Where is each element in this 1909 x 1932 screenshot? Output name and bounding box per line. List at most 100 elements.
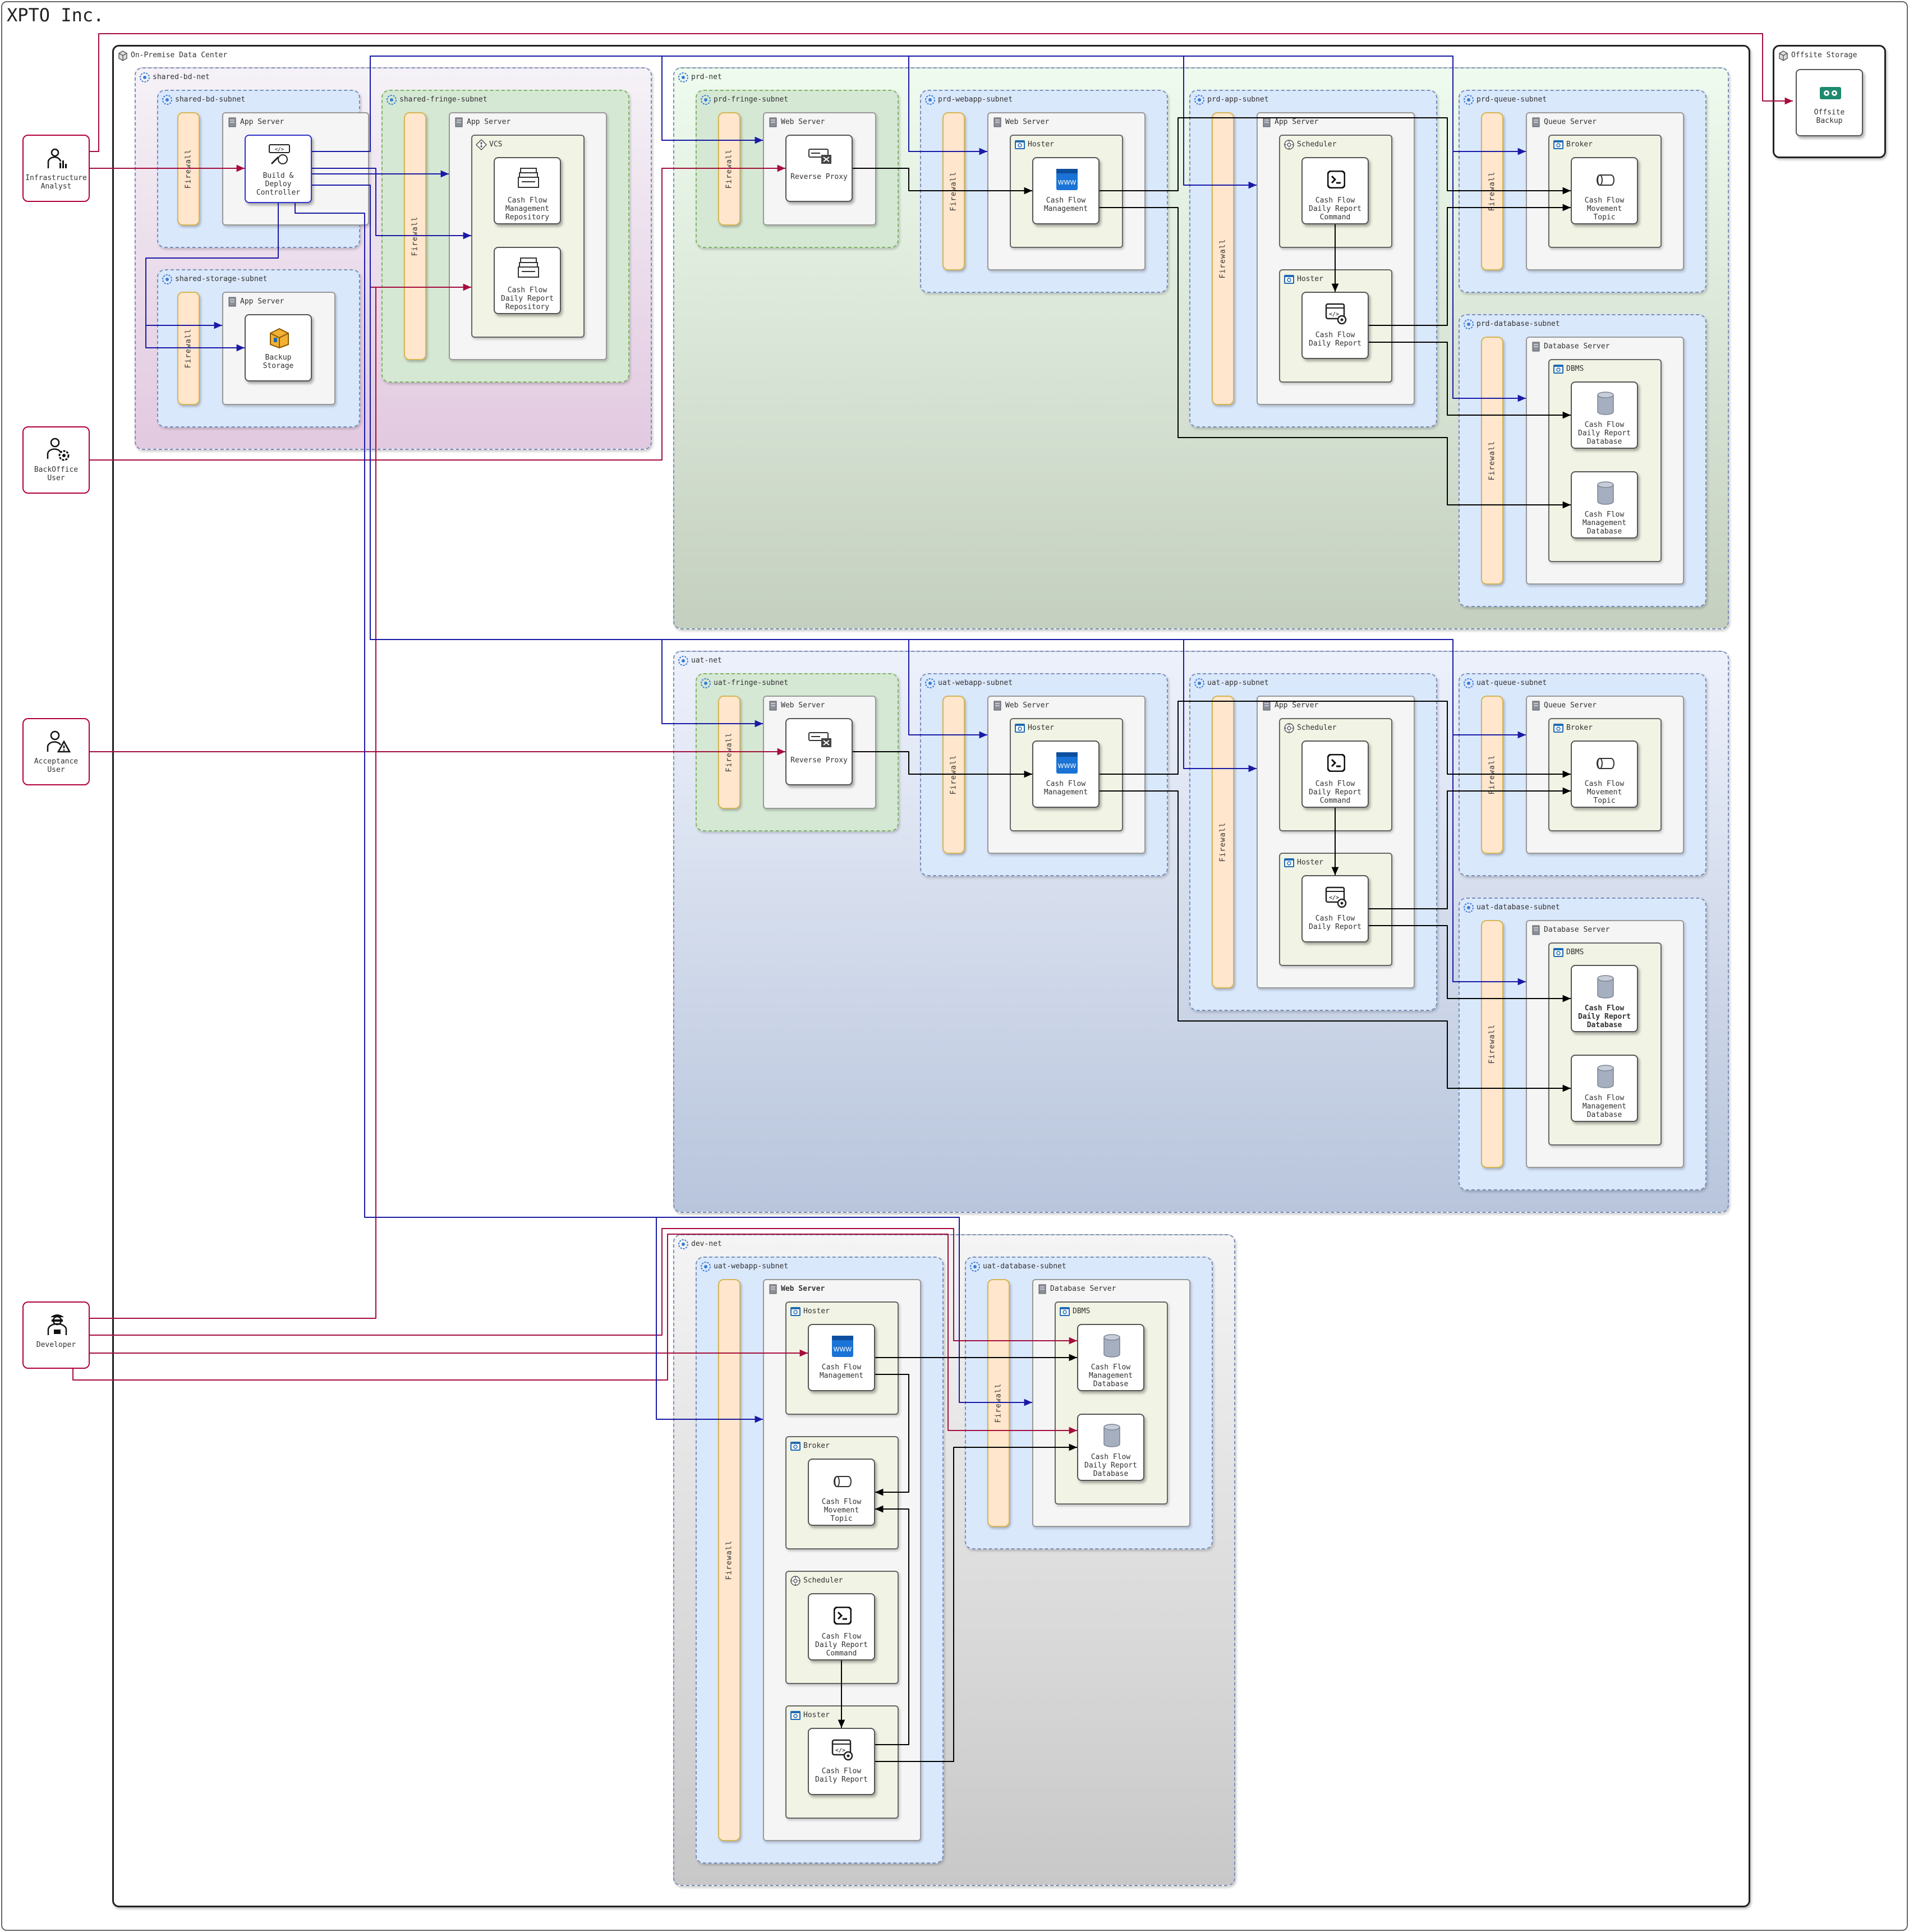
cfdr-command-label: Cash Flow Daily Report Command (815, 1632, 868, 1658)
topic-icon (1597, 174, 1614, 186)
firewall-label: Firewall (725, 732, 734, 772)
server-icon (228, 117, 236, 127)
prd-app-subnet-label: prd-app-subnet (1207, 95, 1269, 104)
firewall-label: Firewall (994, 1383, 1003, 1423)
firewall: Firewall (177, 292, 200, 405)
database-server-label: Database Server (1544, 926, 1610, 934)
firewall: Firewall (1212, 696, 1234, 988)
scheduler-icon (1284, 140, 1294, 150)
cash-flow-daily-report[interactable]: </> Cash Flow Daily Report (808, 1728, 875, 1795)
actor-backoffice-user[interactable]: BackOffice User (22, 426, 90, 494)
cash-flow-daily-report[interactable]: </> Cash Flow Daily Report (1301, 292, 1369, 359)
shared-bd-subnet-label: shared-bd-subnet (175, 95, 246, 104)
reverse-proxy[interactable]: Reverse Proxy (785, 135, 853, 202)
network-icon (678, 656, 688, 666)
reverse-proxy-label: Reverse Proxy (790, 173, 848, 181)
firewall-label: Firewall (949, 171, 958, 211)
hoster-icon (1015, 724, 1025, 733)
subnet-icon (970, 1262, 980, 1272)
scheduler-label: Scheduler (1297, 140, 1337, 149)
web-server-label: Web Server (781, 1285, 825, 1293)
actor-infrastructure-analyst[interactable]: Infrastructure Analyst (22, 135, 90, 202)
subnet-icon (1464, 319, 1474, 329)
cfdr-database[interactable]: Cash Flow Daily Report Database (1077, 1414, 1144, 1481)
terminal-icon (834, 1607, 852, 1625)
hoster-label: Hoster (1028, 724, 1054, 732)
user-warning-icon (47, 730, 71, 753)
dev-webapp-subnet-label: uat-webapp-subnet (714, 1262, 789, 1271)
actor-label: Developer (36, 1341, 76, 1349)
uat-net-label: uat-net (691, 656, 722, 665)
build-deploy-controller[interactable]: </> Build & Deploy Controller (245, 135, 312, 203)
firewall-label: Firewall (725, 1540, 734, 1580)
cash-flow-management[interactable]: WWW Cash Flow Management (808, 1324, 875, 1391)
subnet-icon (701, 95, 711, 105)
app-server-label: App Server (240, 118, 284, 126)
server-icon (993, 117, 1001, 127)
backup-storage[interactable]: Backup Storage (245, 314, 312, 381)
cash-flow-movement-topic[interactable]: Cash Flow Movement Topic (1571, 740, 1638, 808)
broker-icon (1553, 724, 1563, 733)
server-icon (1532, 342, 1540, 352)
code-gear-icon: </> (1325, 303, 1347, 325)
database-icon (1103, 1334, 1120, 1358)
firewall: Firewall (177, 112, 200, 226)
reverse-proxy[interactable]: Reverse Proxy (785, 718, 853, 785)
database-icon (1103, 1424, 1120, 1447)
firewall: Firewall (404, 112, 426, 360)
dev-database-subnet-label: uat-database-subnet (983, 1262, 1066, 1271)
broker-label: Broker (1566, 140, 1593, 149)
cash-flow-daily-report[interactable]: </> Cash Flow Daily Report (1301, 875, 1369, 942)
server-icon (455, 117, 463, 127)
cfm-db-label: Cash Flow Management Database (1582, 1094, 1627, 1119)
firewall: Firewall (1212, 112, 1234, 405)
actor-acceptance-user[interactable]: Acceptance User (22, 718, 90, 785)
cash-flow-management[interactable]: WWW Cash Flow Management (1032, 740, 1100, 808)
cfm-label: Cash Flow Management (1043, 780, 1088, 797)
cfdr-command[interactable]: Cash Flow Daily Report Command (808, 1593, 875, 1660)
subnet-icon (701, 1262, 711, 1272)
shared-bd-net-label: shared-bd-net (153, 73, 210, 81)
offsite-backup-label: Offsite Backup (1814, 108, 1845, 125)
offsite-backup[interactable]: Offsite Backup (1796, 69, 1863, 136)
svg-text:</>: </> (275, 147, 284, 153)
cfdr-database[interactable]: Cash Flow Daily Report Database (1571, 381, 1638, 449)
actor-label: Acceptance User (34, 757, 79, 774)
www-icon: WWW (1056, 169, 1078, 190)
server-icon (1532, 701, 1540, 711)
server-icon (769, 1284, 777, 1294)
database-icon (1597, 975, 1614, 999)
cfm-repository-label: Cash Flow Management Repository (505, 196, 550, 222)
cash-flow-movement-topic[interactable]: Cash Flow Movement Topic (1571, 157, 1638, 224)
actor-developer[interactable]: Developer (22, 1301, 90, 1369)
server-icon (1263, 701, 1271, 711)
cfdr-command[interactable]: Cash Flow Daily Report Command (1301, 157, 1369, 224)
cfm-repository[interactable]: Cash Flow Management Repository (494, 157, 561, 224)
backup-storage-label: Backup Storage (263, 353, 294, 370)
cfdr-database[interactable]: Cash Flow Daily Report Database (1571, 965, 1638, 1032)
subnet-icon (1194, 678, 1204, 688)
firewall-label: Firewall (1218, 822, 1227, 862)
cfdr-db-label: Cash Flow Daily Report Database (1578, 1004, 1631, 1029)
uat-queue-subnet-label: uat-queue-subnet (1476, 679, 1547, 687)
cfm-database[interactable]: Cash Flow Management Database (1571, 471, 1638, 539)
storage-group-icon (1779, 50, 1788, 61)
topic-icon (834, 1476, 852, 1487)
broker-icon (790, 1442, 801, 1451)
dbms-icon (1060, 1307, 1070, 1316)
prd-net-label: prd-net (691, 73, 722, 81)
cfm-database[interactable]: Cash Flow Management Database (1571, 1055, 1638, 1122)
dbms-icon (1553, 365, 1563, 374)
queue-server-label: Queue Server (1544, 118, 1597, 126)
firewall: Firewall (942, 112, 965, 270)
cfdr-db-label: Cash Flow Daily Report Database (1084, 1453, 1137, 1478)
cash-flow-management[interactable]: WWW Cash Flow Management (1032, 157, 1100, 224)
cfdr-repository[interactable]: Cash Flow Daily Report Repository (494, 247, 561, 314)
cfdr-command[interactable]: Cash Flow Daily Report Command (1301, 740, 1369, 808)
app-server-label: App Server (240, 297, 284, 306)
cfm-database[interactable]: Cash Flow Management Database (1077, 1324, 1144, 1391)
firewall: Firewall (718, 112, 740, 226)
cash-flow-movement-topic[interactable]: Cash Flow Movement Topic (808, 1459, 875, 1526)
hoster-label: Hoster (803, 1711, 830, 1719)
proxy-icon (808, 149, 831, 164)
